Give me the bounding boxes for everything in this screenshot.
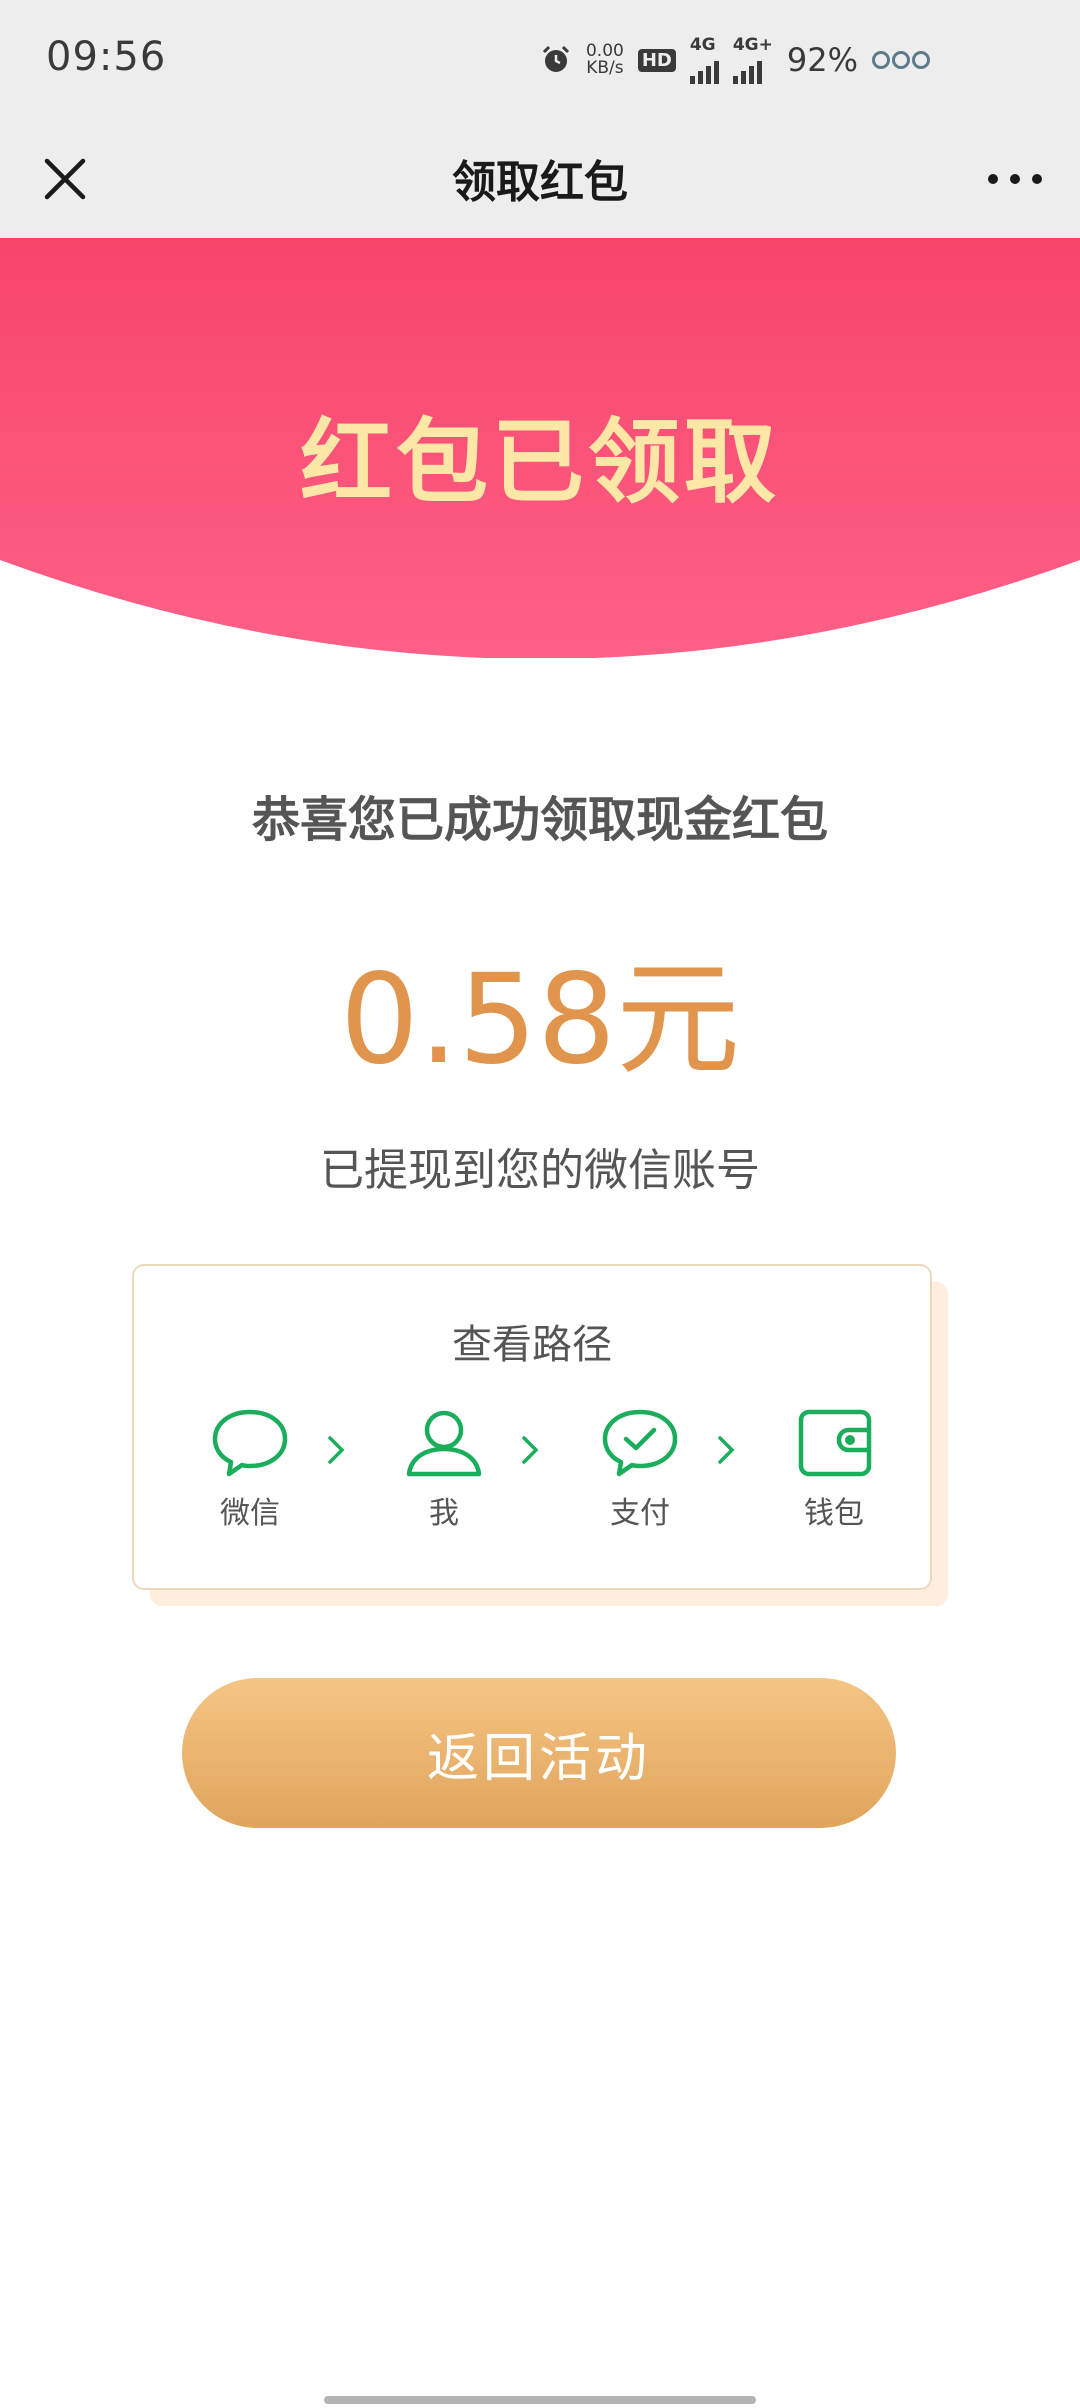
wallet-icon xyxy=(798,1409,872,1477)
page-title: 领取红包 xyxy=(452,157,628,208)
withdrawn-text: 已提现到您的微信账号 xyxy=(320,1145,760,1196)
step-label: 支付 xyxy=(610,1496,670,1531)
net-speed: 0.00 KB/s xyxy=(586,43,624,77)
signal-icon xyxy=(732,54,762,84)
step-me: 我 xyxy=(384,1406,504,1532)
person-icon xyxy=(406,1410,482,1477)
back-to-activity-button[interactable]: 返回活动 xyxy=(182,1678,896,1828)
battery-percent: 92% xyxy=(786,41,858,79)
chevron-right-icon xyxy=(522,1436,539,1464)
path-card: 查看路径 微信 我 支付 钱包 xyxy=(132,1264,932,1590)
status-time: 09:56 xyxy=(46,34,167,80)
status-bar: 09:56 0.00 KB/s HD 4G 4G+ 92% xyxy=(0,0,1080,120)
sim1-signal: 4G xyxy=(689,34,719,84)
status-icons: 0.00 KB/s HD 4G 4G+ 92% xyxy=(540,34,930,84)
congrats-text: 恭喜您已成功领取现金红包 xyxy=(251,792,828,848)
step-wallet: 钱包 xyxy=(774,1406,894,1532)
step-label: 微信 xyxy=(220,1496,280,1531)
step-label: 我 xyxy=(429,1496,459,1531)
hd-badge: HD xyxy=(637,48,676,72)
chevron-right-icon xyxy=(718,1436,735,1464)
more-button[interactable] xyxy=(980,144,1050,214)
net-speed-unit: KB/s xyxy=(586,58,624,78)
banner-title: 红包已领取 xyxy=(299,409,780,516)
notification-icons xyxy=(872,51,930,69)
step-label: 钱包 xyxy=(804,1496,864,1531)
step-pay: 支付 xyxy=(580,1406,700,1532)
notification-icon xyxy=(912,51,930,69)
alarm-icon xyxy=(542,45,570,72)
path-card-title: 查看路径 xyxy=(452,1322,612,1368)
step-wechat: 微信 xyxy=(190,1406,310,1532)
path-steps: 微信 我 支付 钱包 xyxy=(134,1406,930,1546)
sim2-label: 4G+ xyxy=(732,34,773,55)
check-bubble-icon xyxy=(602,1409,678,1477)
more-icon xyxy=(988,174,1042,184)
chevron-right-icon xyxy=(328,1436,345,1464)
nav-bar: 领取红包 xyxy=(0,120,1080,238)
sim2-signal: 4G+ xyxy=(732,34,773,84)
home-indicator[interactable] xyxy=(324,2396,756,2404)
sim1-label: 4G xyxy=(689,34,716,55)
notification-icon xyxy=(872,51,890,69)
notification-icon xyxy=(892,51,910,69)
banner: 红包已领取 xyxy=(0,238,1080,658)
amount-text: 0.58元 xyxy=(339,948,741,1092)
signal-icon xyxy=(689,54,719,84)
chat-bubble-icon xyxy=(212,1409,288,1477)
